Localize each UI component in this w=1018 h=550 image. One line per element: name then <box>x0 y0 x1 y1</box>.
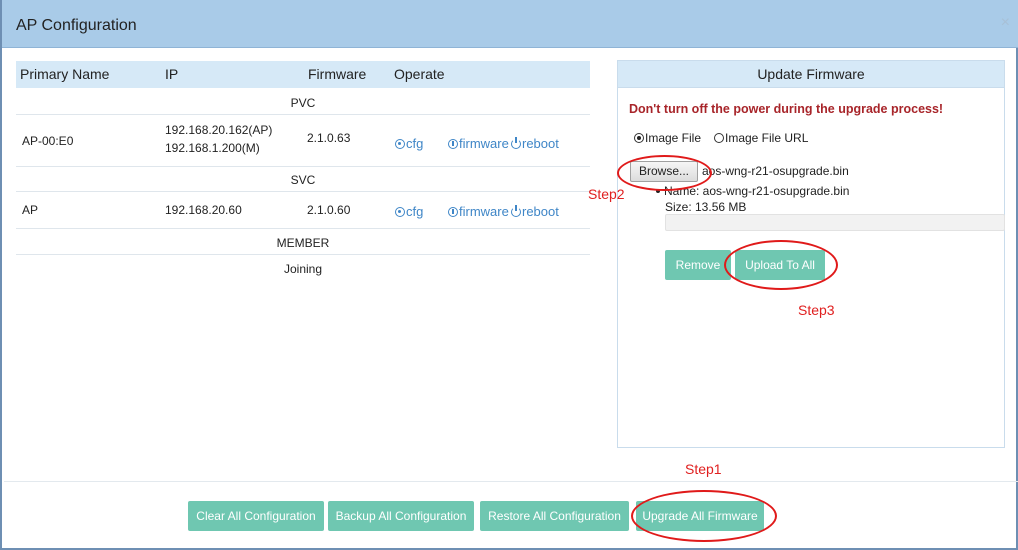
step1-highlight-ring <box>631 490 777 542</box>
clear-all-configuration-button[interactable]: Clear All Configuration <box>188 501 324 531</box>
close-icon[interactable]: × <box>1001 14 1010 32</box>
radio-image-file-url-label: Image File URL <box>725 131 809 145</box>
radio-image-file[interactable]: Image File <box>634 131 701 145</box>
ap-name: AP-00:E0 <box>22 134 74 148</box>
radio-selected-icon <box>634 133 644 143</box>
dialog-title: AP Configuration <box>16 17 137 34</box>
step2-annotation: Step2 <box>588 186 625 202</box>
divider <box>16 228 590 229</box>
radio-unselected-icon <box>714 133 724 143</box>
firmware-link[interactable]: firmware <box>448 204 509 219</box>
update-firmware-title: Update Firmware <box>618 61 1004 88</box>
info-icon <box>448 207 458 217</box>
group-label-pvc: PVC <box>290 96 316 110</box>
column-ip: IP <box>165 66 179 82</box>
info-icon <box>448 139 458 149</box>
remove-button[interactable]: Remove <box>665 250 731 280</box>
step3-annotation: Step3 <box>798 302 835 318</box>
reboot-link-label: reboot <box>522 204 559 219</box>
ap-ip: 192.168.20.60 <box>165 203 242 217</box>
eye-icon <box>395 139 405 149</box>
power-icon <box>511 205 521 217</box>
step1-annotation: Step1 <box>685 461 722 477</box>
footer-divider <box>4 481 1018 482</box>
column-firmware: Firmware <box>308 66 367 82</box>
cfg-link-label: cfg <box>406 204 424 219</box>
reboot-link-label: reboot <box>522 136 559 151</box>
radio-image-file-url[interactable]: Image File URL <box>714 131 808 145</box>
upload-progress-bar <box>665 214 1005 231</box>
ap-firmware-version: 2.1.0.60 <box>307 203 351 217</box>
selected-file-name: aos-wng-r21-osupgrade.bin <box>702 164 849 178</box>
eye-icon <box>395 207 405 217</box>
column-operate: Operate <box>394 66 445 82</box>
cfg-link[interactable]: cfg <box>395 204 423 219</box>
cfg-link[interactable]: cfg <box>395 136 423 151</box>
ap-firmware-version: 2.1.0.63 <box>307 131 351 145</box>
divider <box>16 114 590 115</box>
ap-name: AP <box>22 203 39 217</box>
file-info-size: Size: 13.56 MB <box>665 200 747 214</box>
divider <box>16 191 590 192</box>
reboot-link[interactable]: reboot <box>511 136 559 151</box>
step2-highlight-ring <box>617 155 712 191</box>
power-icon <box>511 137 521 149</box>
column-primary-name: Primary Name <box>20 66 110 82</box>
radio-image-file-label: Image File <box>645 131 702 145</box>
divider <box>16 166 590 167</box>
ap-configuration-dialog: AP Configuration × Primary Name IP Firmw… <box>0 0 1018 550</box>
firmware-link-label: firmware <box>459 204 509 219</box>
ap-ip: 192.168.20.162(AP) <box>165 123 273 137</box>
joining-label: Joining <box>283 262 323 276</box>
reboot-link[interactable]: reboot <box>511 204 559 219</box>
dialog-header: AP Configuration × <box>2 0 1018 48</box>
cfg-link-label: cfg <box>406 136 424 151</box>
step3-highlight-ring <box>724 240 838 290</box>
firmware-link-label: firmware <box>459 136 509 151</box>
upgrade-warning: Don't turn off the power during the upgr… <box>629 102 944 116</box>
ap-ip-secondary: 192.168.1.200(M) <box>165 141 260 155</box>
ap-table-header: Primary Name IP Firmware Operate <box>16 61 590 88</box>
backup-all-configuration-button[interactable]: Backup All Configuration <box>328 501 474 531</box>
group-label-svc: SVC <box>290 173 316 187</box>
divider <box>16 254 590 255</box>
restore-all-configuration-button[interactable]: Restore All Configuration <box>480 501 629 531</box>
firmware-link[interactable]: firmware <box>448 136 509 151</box>
group-label-member: MEMBER <box>276 236 330 250</box>
